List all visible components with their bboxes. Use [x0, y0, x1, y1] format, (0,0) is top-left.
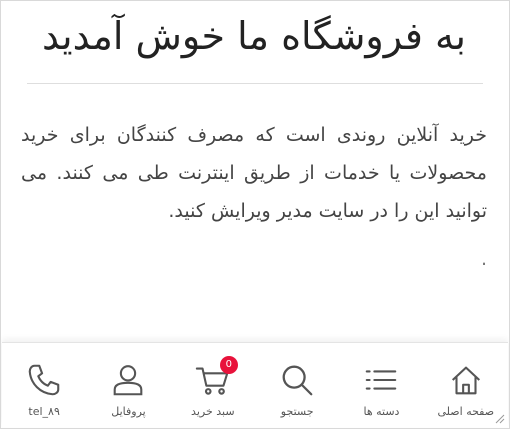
content-continuation: . [480, 248, 487, 270]
phone-icon [28, 364, 60, 396]
tab-categories[interactable]: دسته ها [339, 343, 423, 427]
tab-categories-label: دسته ها [363, 405, 400, 418]
app-frame: به فروشگاه ما خوش آمدید خرید آنلاین روند… [0, 0, 510, 429]
tab-search-label: جستجو [280, 405, 314, 418]
search-icon [282, 365, 313, 396]
bottom-tab-bar: صفحه اصلی دسته ها جستجو 0 سبد خرید پروفا… [2, 342, 508, 427]
home-icon [451, 366, 480, 395]
intro-paragraph: خرید آنلاین روندی است که مصرف کنندگان بر… [21, 124, 487, 222]
tab-profile[interactable]: پروفایل [86, 343, 170, 427]
tab-cart-label: سبد خرید [191, 405, 235, 418]
title-divider [27, 83, 483, 84]
tab-profile-label: پروفایل [111, 405, 146, 418]
cart-count-badge: 0 [219, 356, 238, 374]
tab-search[interactable]: جستجو [255, 343, 339, 427]
tab-phone[interactable]: tel_۸۹ [2, 343, 86, 427]
tab-cart[interactable]: 0 سبد خرید [171, 343, 255, 427]
user-icon [114, 365, 143, 396]
page-title: به فروشگاه ما خوش آمدید [42, 14, 466, 58]
tab-phone-label: tel_۸۹ [28, 405, 60, 418]
resize-grip-icon[interactable] [493, 412, 505, 424]
main-content: به فروشگاه ما خوش آمدید خرید آنلاین روند… [21, 1, 487, 269]
list-icon [366, 370, 397, 390]
